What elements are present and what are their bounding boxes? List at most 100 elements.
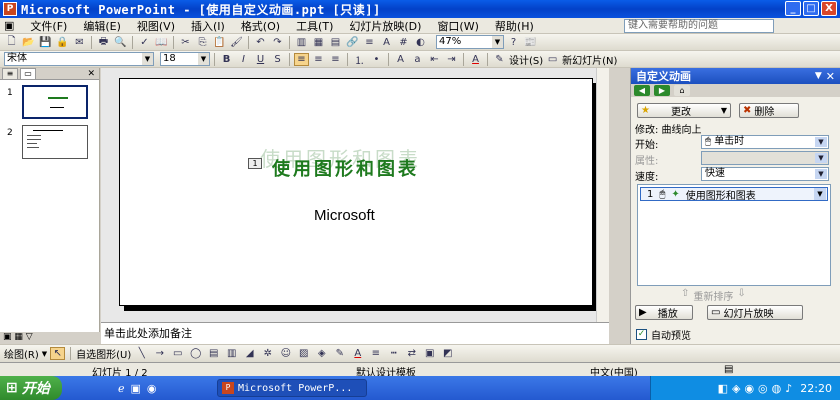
powerpoint-app-icon[interactable]: P	[3, 2, 17, 16]
close-button[interactable]: X	[821, 1, 837, 16]
increase-indent-icon[interactable]: ⇥	[444, 53, 459, 66]
tab-slides[interactable]: ▭	[20, 68, 36, 79]
chevron-down-icon[interactable]: ▼	[815, 71, 822, 81]
clipart-icon[interactable]: ☺	[278, 347, 293, 360]
minimize-button[interactable]: _	[785, 1, 801, 16]
tray-icon[interactable]: ◍	[772, 382, 782, 395]
line-icon[interactable]: ╲	[134, 347, 149, 360]
down-arrow-icon[interactable]: ⇩	[737, 288, 745, 303]
notes-pane[interactable]: 单击此处添加备注	[101, 322, 609, 344]
hyperlink-icon[interactable]: 🔗	[345, 36, 360, 49]
slideshow-view-icon[interactable]: ▽	[26, 332, 33, 342]
play-button[interactable]: ▶ 播放	[635, 305, 693, 320]
spelling-icon[interactable]: ✓	[137, 36, 152, 49]
slideshow-button[interactable]: ▭ 幻灯片放映	[707, 305, 803, 320]
diagram-icon[interactable]: ✲	[260, 347, 275, 360]
align-center-icon[interactable]: ≡	[311, 53, 326, 66]
remove-effect-button[interactable]: ✖ 删除	[739, 103, 799, 118]
insert-chart-icon[interactable]: ▥	[294, 36, 309, 49]
select-arrow-icon[interactable]: ↖	[50, 347, 66, 360]
doc-menu-icon[interactable]: ▣	[0, 19, 22, 32]
slide-title[interactable]: 使用图形和图表	[272, 155, 419, 181]
forward-icon[interactable]: ▶	[654, 85, 670, 96]
menu-insert[interactable]: 插入(I)	[183, 18, 233, 34]
paste-icon[interactable]: 📋	[212, 36, 227, 49]
tray-icon[interactable]: ◈	[732, 382, 740, 395]
fill-color-icon[interactable]: ◈	[314, 347, 329, 360]
cut-icon[interactable]: ✂	[178, 36, 193, 49]
decrease-font-icon[interactable]: a	[410, 53, 425, 66]
up-arrow-icon[interactable]: ⇧	[681, 288, 689, 303]
increase-font-icon[interactable]: A	[393, 53, 408, 66]
font-size-combo[interactable]: 18 ▼	[160, 52, 210, 66]
picture-icon[interactable]: ▨	[296, 347, 311, 360]
shadow-button[interactable]: S	[270, 53, 285, 66]
new-slide-icon[interactable]: ▭	[545, 53, 560, 66]
expand-all-icon[interactable]: ≡	[362, 36, 377, 49]
autopreview-checkbox[interactable]: ✓ 自动预览	[636, 327, 691, 342]
menu-edit[interactable]: 编辑(E)	[75, 18, 129, 34]
menu-window[interactable]: 窗口(W)	[429, 18, 486, 34]
new-icon[interactable]: 🗋	[4, 36, 19, 49]
help-search-input[interactable]: 键入需要帮助的问题	[624, 19, 774, 33]
line-style-icon[interactable]: ≡	[368, 347, 383, 360]
menu-format[interactable]: 格式(O)	[233, 18, 288, 34]
redo-icon[interactable]: ↷	[270, 36, 285, 49]
menu-tools[interactable]: 工具(T)	[288, 18, 341, 34]
email-icon[interactable]: ✉	[72, 36, 87, 49]
color-grayscale-icon[interactable]: ◐	[413, 36, 428, 49]
slide-sorter-icon[interactable]: ▦	[14, 332, 23, 342]
change-effect-button[interactable]: ★ 更改 ▼	[637, 103, 731, 118]
autoshapes-button[interactable]: 自选图形(U)	[76, 346, 131, 361]
tray-icon[interactable]: ◎	[758, 382, 768, 395]
font-color-icon[interactable]: A	[350, 347, 365, 360]
arrow-style-icon[interactable]: ⇄	[404, 347, 419, 360]
start-select[interactable]: 🖱 单击时 ▼	[701, 135, 829, 149]
insert-table-icon[interactable]: ▦	[311, 36, 326, 49]
volume-icon[interactable]: ♪	[785, 382, 792, 395]
draw-menu-button[interactable]: 绘图(R)	[4, 346, 39, 361]
oval-icon[interactable]: ◯	[188, 347, 203, 360]
design-button[interactable]: 设计(S)	[509, 52, 543, 67]
new-slide-button[interactable]: 新幻灯片(N)	[562, 52, 617, 67]
design-icon[interactable]: ✎	[492, 53, 507, 66]
menu-help[interactable]: 帮助(H)	[487, 18, 542, 34]
grid-icon[interactable]: #	[396, 36, 411, 49]
quicklaunch-media-icon[interactable]: ◉	[147, 382, 157, 395]
help-icon[interactable]: ?	[506, 36, 521, 49]
align-right-icon[interactable]: ≡	[328, 53, 343, 66]
dash-style-icon[interactable]: ┅	[386, 347, 401, 360]
rectangle-icon[interactable]: ▭	[170, 347, 185, 360]
underline-button[interactable]: U	[253, 53, 268, 66]
list-item[interactable]: 1 🖱 ✦ 使用图形和图表 ▼	[640, 187, 828, 202]
undo-icon[interactable]: ↶	[253, 36, 268, 49]
menu-view[interactable]: 视图(V)	[129, 18, 183, 34]
slide-subtitle[interactable]: Microsoft	[314, 207, 375, 224]
bold-button[interactable]: B	[219, 53, 234, 66]
bullets-icon[interactable]: •	[369, 53, 384, 66]
show-formatting-icon[interactable]: A	[379, 36, 394, 49]
normal-view-icon[interactable]: ▣	[3, 332, 12, 342]
research-icon[interactable]: 📖	[154, 36, 169, 49]
shadow-style-icon[interactable]: ▣	[422, 347, 437, 360]
permission-icon[interactable]: 🔒	[55, 36, 70, 49]
font-color-button[interactable]: A	[468, 53, 483, 66]
print-preview-icon[interactable]: 🔍	[113, 36, 128, 49]
vertical-scrollbar[interactable]	[596, 68, 609, 322]
read-icon[interactable]: 📰	[523, 36, 538, 49]
menu-file[interactable]: 文件(F)	[22, 18, 75, 34]
align-left-icon[interactable]: ≡	[294, 52, 309, 66]
print-icon[interactable]: 🖶	[96, 36, 111, 49]
numbering-icon[interactable]: ⒈	[352, 53, 367, 67]
tab-outline[interactable]: ≡	[2, 68, 18, 79]
italic-button[interactable]: I	[236, 53, 251, 66]
close-icon[interactable]: ✕	[826, 70, 835, 83]
home-icon[interactable]: ⌂	[674, 85, 690, 96]
line-color-icon[interactable]: ✎	[332, 347, 347, 360]
animation-tag[interactable]: 1	[248, 158, 262, 169]
tables-borders-icon[interactable]: ▤	[328, 36, 343, 49]
close-icon[interactable]: ✕	[87, 69, 95, 79]
zoom-combo[interactable]: 47% ▼	[436, 35, 504, 49]
slide-thumbnail[interactable]	[22, 125, 88, 159]
open-icon[interactable]: 📂	[21, 36, 36, 49]
